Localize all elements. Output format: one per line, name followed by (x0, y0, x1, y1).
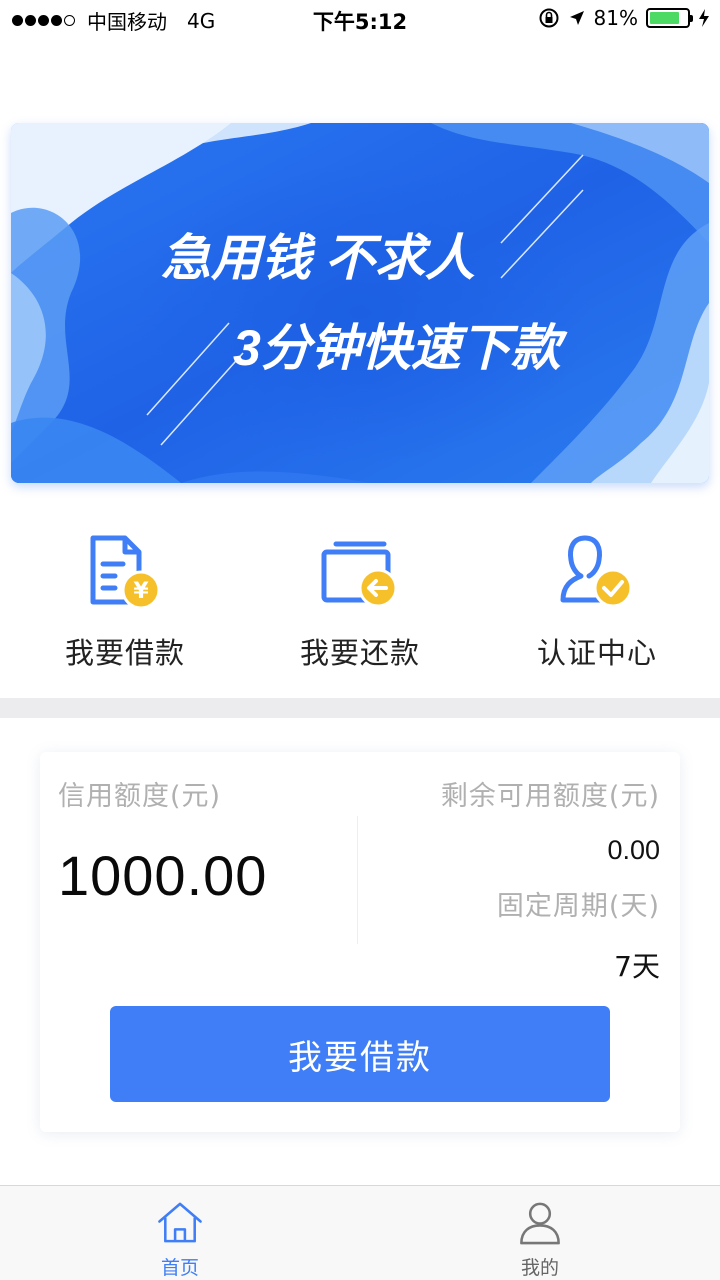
vertical-divider (357, 816, 358, 944)
tab-mine[interactable]: 我的 (360, 1186, 720, 1280)
action-verify-label: 认证中心 (536, 636, 657, 670)
period-label: 固定周期(天) (496, 891, 660, 922)
status-bar: 中国移动 4G 下午5:12 81% (0, 0, 720, 40)
credit-limit-value: 1000.00 (58, 844, 268, 907)
home-icon (158, 1202, 202, 1243)
quick-actions: ¥ 我要借款 我要还款 认证中心 (0, 530, 720, 680)
banner-line-2: 3分钟快速下款 (233, 320, 568, 376)
available-limit-label: 剩余可用额度(元) (440, 781, 660, 812)
action-verify[interactable]: 认证中心 (480, 530, 720, 680)
credit-detail-block: 剩余可用额度(元) 0.00 固定周期(天) 7天 (441, 774, 660, 985)
battery-icon (646, 8, 693, 28)
document-yen-icon: ¥ (90, 535, 161, 610)
credit-limit-label: 信用额度(元) (58, 781, 222, 812)
svg-text:¥: ¥ (133, 579, 149, 604)
tab-mine-label: 我的 (520, 1257, 559, 1279)
section-divider (0, 698, 720, 718)
status-right: 81% (538, 6, 710, 30)
page: 中国移动 4G 下午5:12 81% 急用钱 不求人 3分钟快速下款 ¥ 我要借… (0, 0, 720, 1280)
action-repay-label: 我要还款 (299, 636, 420, 670)
user-verified-icon (560, 535, 633, 608)
location-arrow-icon (569, 11, 584, 25)
battery-percent: 81% (593, 6, 638, 30)
rotation-lock-icon (539, 8, 559, 28)
wallet-return-icon (321, 541, 398, 608)
tab-bar: 首页 我的 (0, 1185, 720, 1280)
tab-home[interactable]: 首页 (0, 1186, 360, 1280)
promo-banner[interactable]: 急用钱 不求人 3分钟快速下款 (11, 123, 709, 483)
credit-card: 信用额度(元) 1000.00 剩余可用额度(元) 0.00 固定周期(天) 7… (40, 752, 680, 1132)
action-borrow-label: 我要借款 (64, 636, 185, 670)
charging-bolt-icon (699, 9, 709, 27)
user-icon (520, 1202, 560, 1245)
credit-limit-block: 信用额度(元) 1000.00 (58, 774, 267, 908)
borrow-button[interactable]: 我要借款 (110, 1006, 610, 1102)
banner-line-1: 急用钱 不求人 (161, 230, 475, 286)
tab-home-label: 首页 (160, 1257, 199, 1279)
action-borrow[interactable]: ¥ 我要借款 (0, 530, 240, 680)
available-limit-value: 0.00 (607, 835, 660, 865)
action-repay[interactable]: 我要还款 (240, 530, 480, 680)
period-value: 7天 (614, 950, 660, 983)
